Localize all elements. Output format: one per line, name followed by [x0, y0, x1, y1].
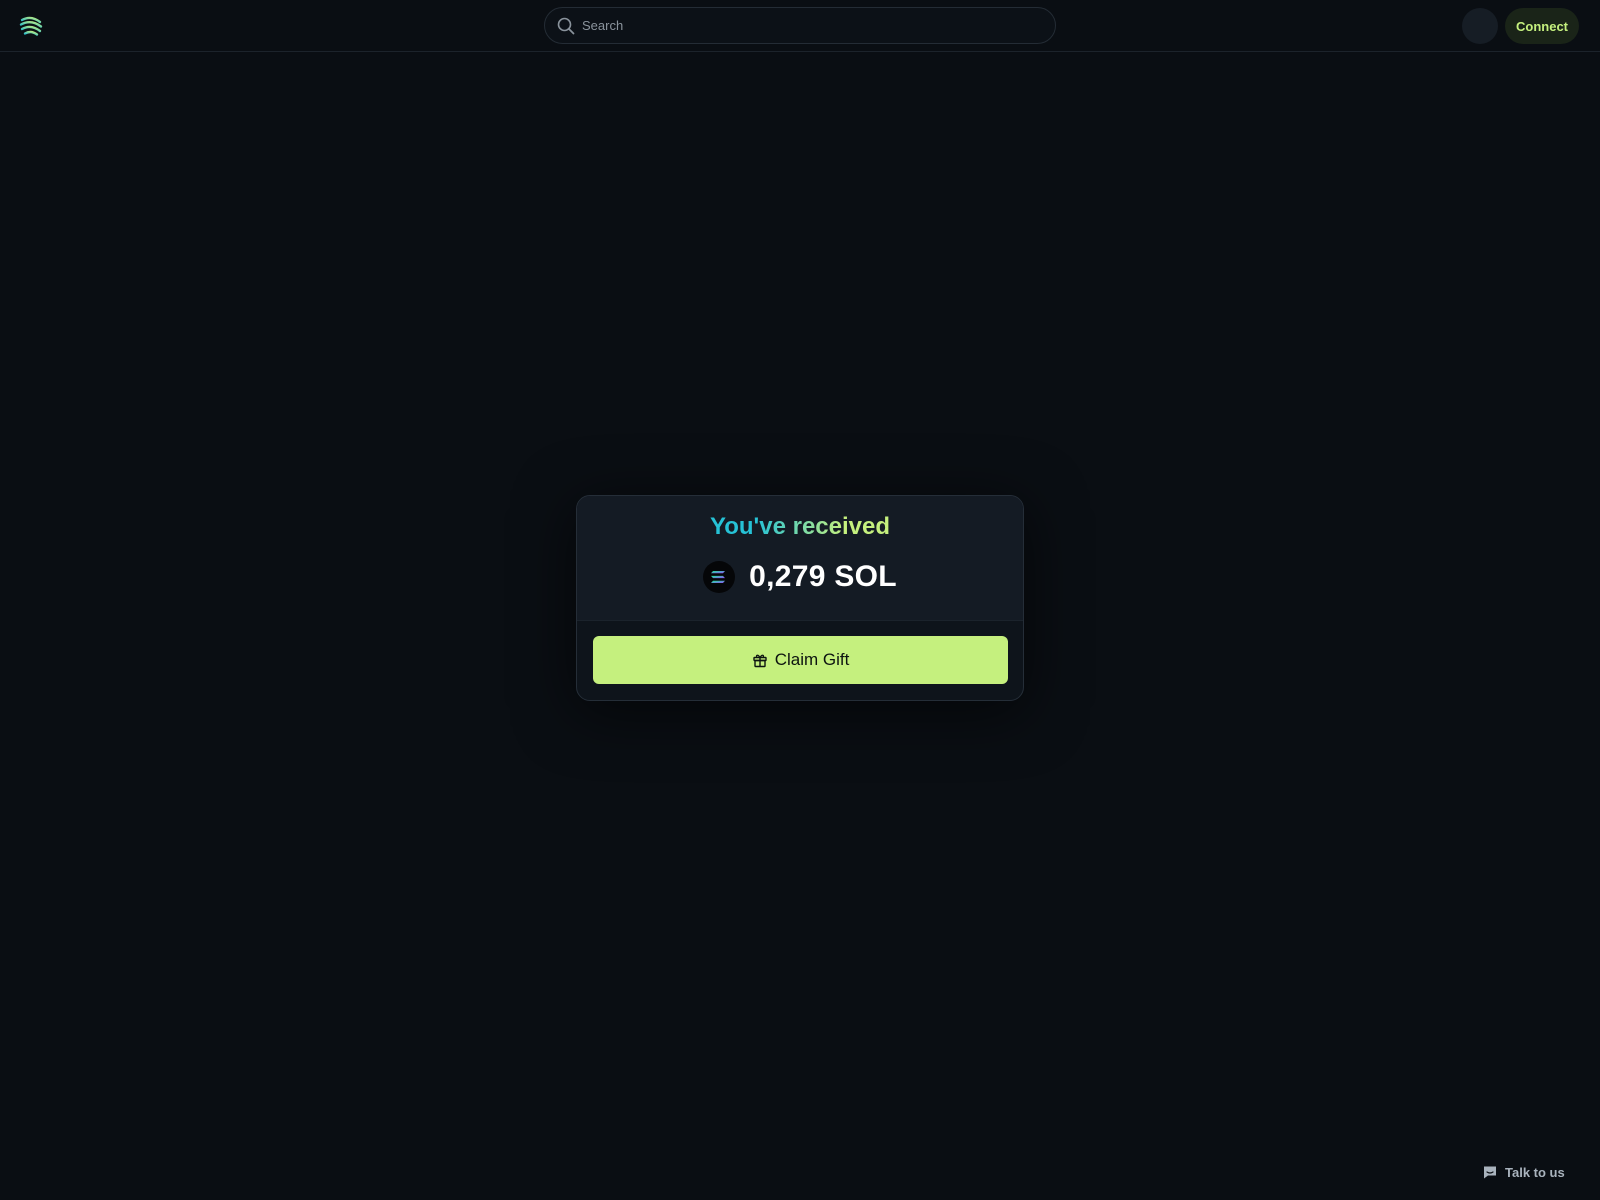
claim-gift-button[interactable]: Claim Gift: [593, 636, 1008, 684]
gift-title: You've received: [577, 513, 1023, 541]
connect-button[interactable]: Connect: [1505, 8, 1579, 44]
talk-to-us-label: Talk to us: [1505, 1164, 1565, 1180]
gift-card: You've received 0,279 SOL Claim Gift: [576, 495, 1024, 701]
search-bar[interactable]: [544, 7, 1056, 44]
amount-row: 0,279 SOL: [577, 560, 1023, 594]
gift-amount: 0,279 SOL: [749, 560, 897, 593]
logo-icon[interactable]: [18, 13, 44, 39]
solana-icon: [703, 561, 736, 593]
top-navigation-bar: Connect: [0, 0, 1600, 52]
claim-gift-label: Claim Gift: [774, 650, 850, 669]
chat-icon: [1484, 1166, 1496, 1179]
talk-to-us-button[interactable]: Talk to us: [1482, 1162, 1565, 1182]
avatar[interactable]: [1462, 8, 1498, 44]
gift-icon: [752, 654, 767, 668]
search-input[interactable]: [582, 8, 1055, 43]
search-icon: [557, 17, 575, 34]
